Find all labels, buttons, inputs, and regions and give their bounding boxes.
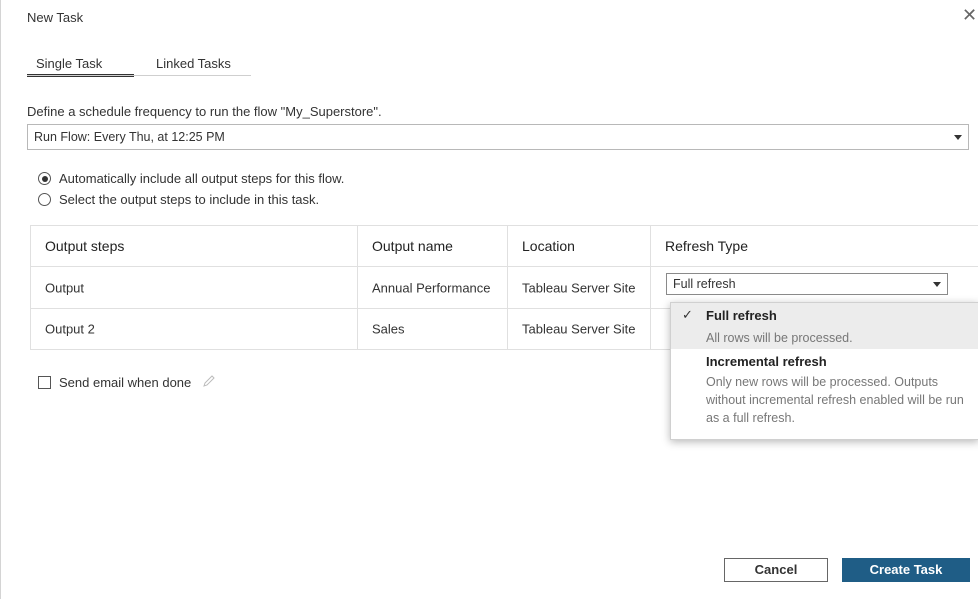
send-email-checkbox[interactable] [38,376,51,389]
refresh-type-select[interactable]: Full refresh [666,273,948,295]
cell-output-name: Sales [357,309,507,349]
output-steps-table: Output steps Output name Location Refres… [30,225,978,350]
cell-location: Tableau Server Site [507,309,650,349]
option-incremental-refresh[interactable]: Incremental refresh Only new rows will b… [671,349,978,439]
close-icon[interactable]: ✕ [962,6,978,24]
radio-auto-include[interactable]: Automatically include all output steps f… [38,171,368,186]
cell-location: Tableau Server Site [507,267,650,308]
pencil-icon[interactable] [202,374,216,388]
title-bar: New Task ✕ [1,0,978,32]
tab-linked-tasks[interactable]: Linked Tasks [156,56,231,71]
tab-single-task[interactable]: Single Task [36,56,102,71]
send-email-option[interactable]: Send email when done [38,374,228,390]
option-full-refresh[interactable]: ✓ Full refresh All rows will be processe… [671,303,978,349]
refresh-type-dropdown: ✓ Full refresh All rows will be processe… [670,302,978,440]
radio-button[interactable] [38,193,51,206]
option-title: Incremental refresh [706,354,827,369]
cell-output-name: Annual Performance [357,267,507,308]
chevron-down-icon [933,282,941,287]
dialog-title: New Task [27,10,84,25]
schedule-select[interactable]: Run Flow: Every Thu, at 12:25 PM [27,124,969,150]
option-description: Only new rows will be processed. Outputs… [706,375,964,425]
new-task-dialog: New Task ✕ Single Task Linked Tasks Defi… [0,0,978,599]
radio-select-steps[interactable]: Select the output steps to include in th… [38,192,338,207]
schedule-value: Run Flow: Every Thu, at 12:25 PM [34,130,225,144]
radio-select-steps-label: Select the output steps to include in th… [59,192,320,207]
send-email-label: Send email when done [59,375,192,390]
cell-output-step: Output 2 [30,309,357,349]
radio-button-selected[interactable] [38,172,51,185]
schedule-description: Define a schedule frequency to run the f… [27,104,382,119]
header-output-name: Output name [357,226,507,266]
option-title: Full refresh [706,308,777,323]
table-header-row: Output steps Output name Location Refres… [30,226,978,267]
cancel-button[interactable]: Cancel [724,558,828,582]
chevron-down-icon [954,135,962,140]
cell-output-step: Output [30,267,357,308]
check-icon: ✓ [682,307,693,322]
create-task-button[interactable]: Create Task [842,558,970,582]
option-description: All rows will be processed. [706,331,853,345]
tab-divider [27,75,251,76]
header-refresh-type: Refresh Type [650,226,978,266]
radio-auto-include-label: Automatically include all output steps f… [59,171,345,186]
header-location: Location [507,226,650,266]
refresh-type-value: Full refresh [673,277,736,291]
header-output-steps: Output steps [30,226,357,266]
